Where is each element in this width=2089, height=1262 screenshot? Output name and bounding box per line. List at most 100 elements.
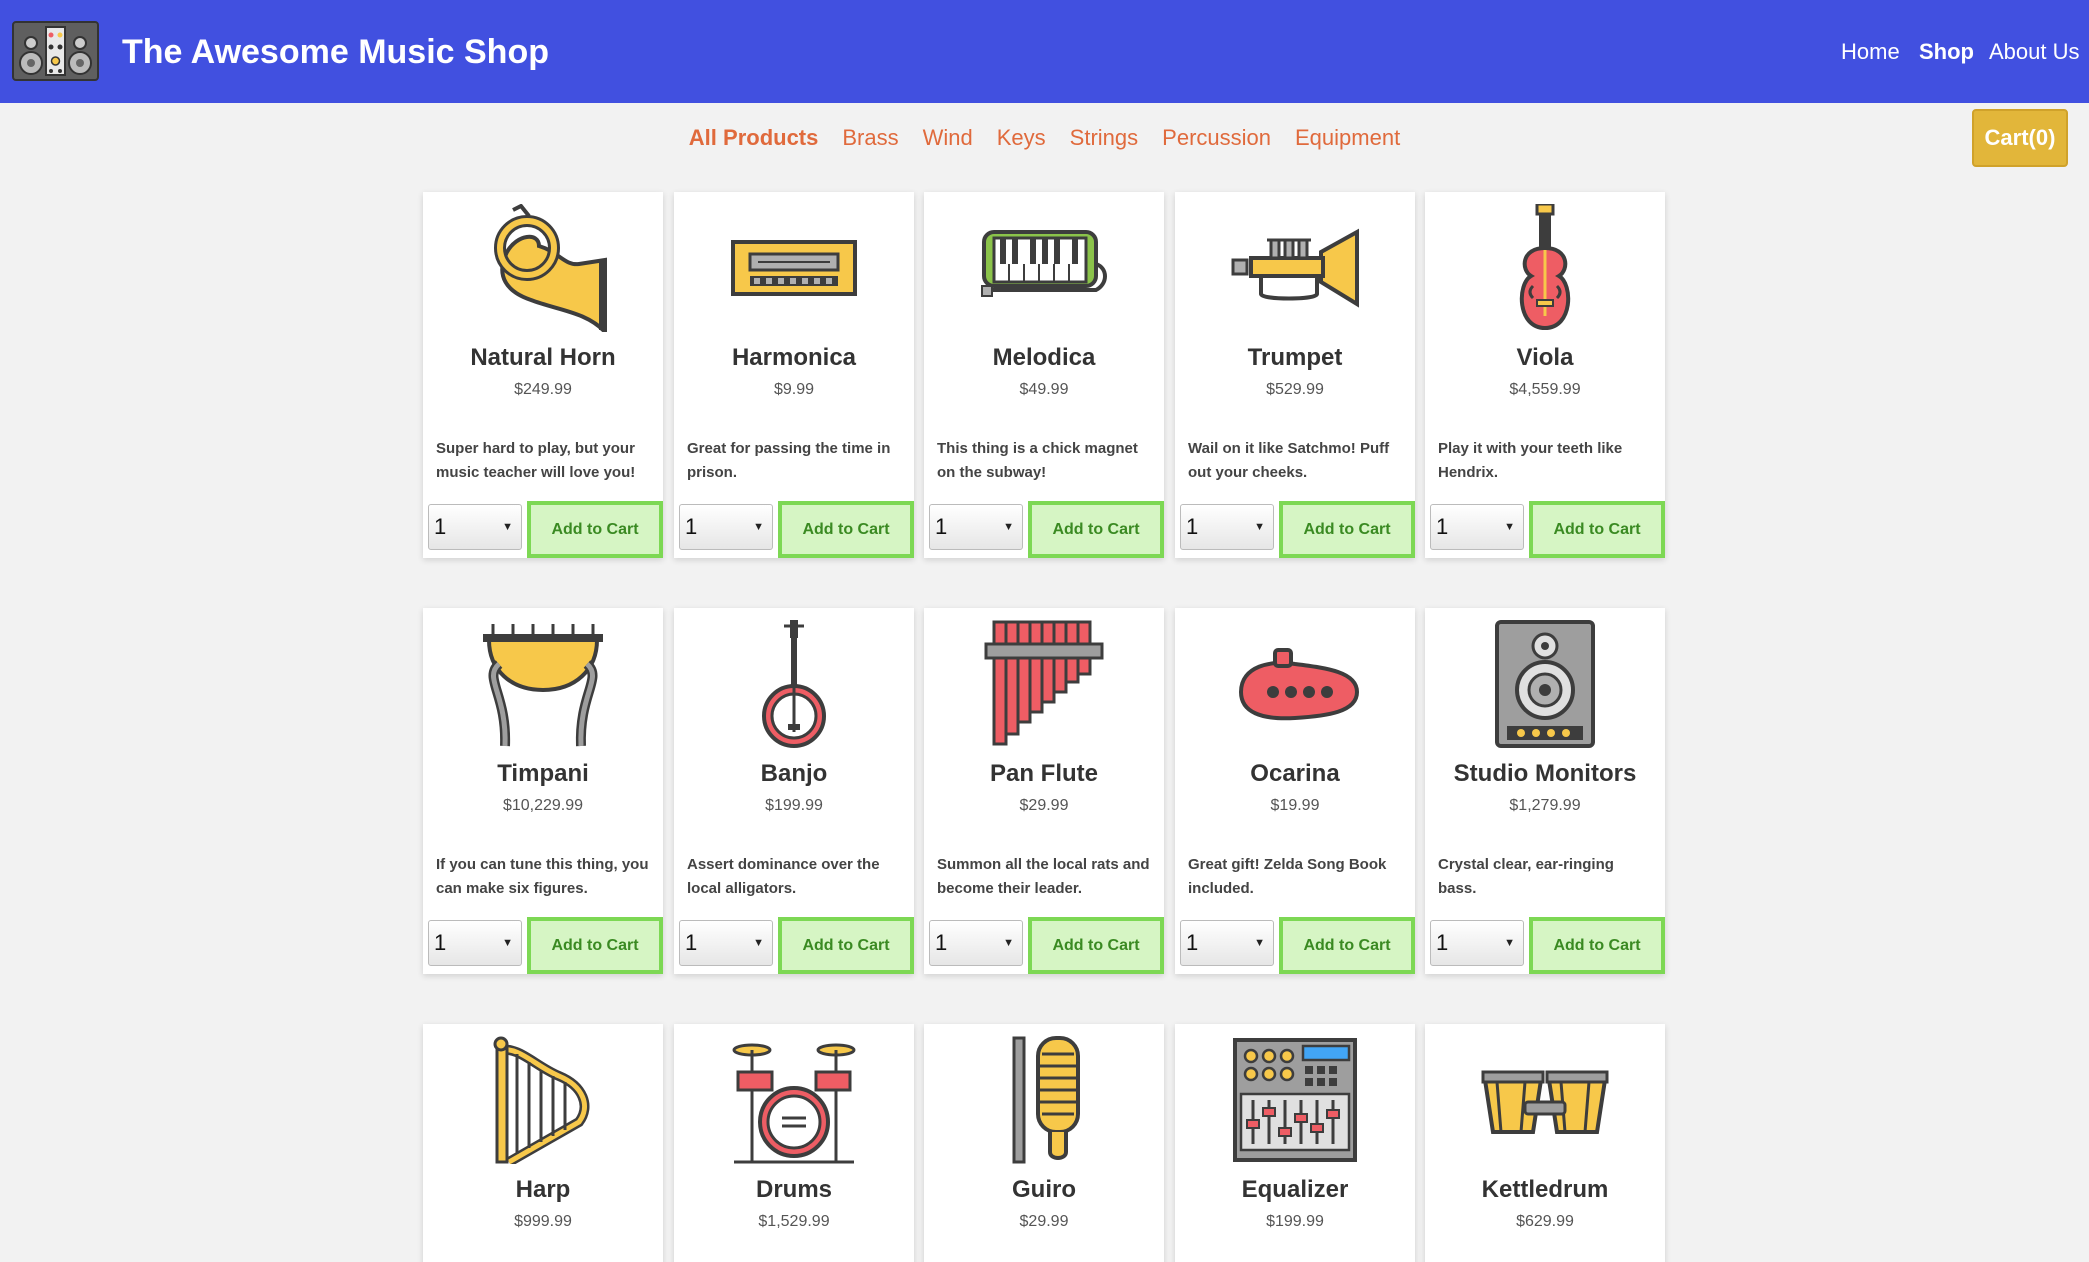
category-brass[interactable]: Brass: [842, 120, 898, 156]
product-name: Melodica: [992, 344, 1096, 371]
product-price: $249.99: [514, 381, 572, 398]
product-name: Drums: [755, 1176, 833, 1203]
dropdown-arrow-icon: ▼: [1003, 521, 1014, 533]
product-description: This thing is a chick magnet on the subw…: [937, 440, 1138, 481]
product-card: Harp $999.99: [423, 1024, 663, 1262]
product-price: $199.99: [765, 797, 823, 814]
dropdown-arrow-icon: ▼: [1504, 937, 1515, 949]
product-name: Studio Monitors: [1453, 760, 1637, 787]
add-to-cart-button[interactable]: Add to Cart: [778, 501, 914, 558]
category-equipment[interactable]: Equipment: [1295, 120, 1400, 156]
melodica-icon: [981, 230, 1107, 297]
product-price: $1,529.99: [758, 1213, 830, 1230]
quantity-value: 1: [1186, 514, 1199, 539]
product-price: $1,279.99: [1509, 797, 1581, 814]
category-filter-nav: All Products Brass Wind Keys Strings Per…: [0, 120, 2089, 156]
quantity-select[interactable]: 1 ▼: [1430, 504, 1524, 550]
category-keys[interactable]: Keys: [997, 120, 1046, 156]
quantity-value: 1: [685, 514, 698, 539]
product-description: Super hard to play, but your music teach…: [436, 440, 636, 481]
product-price: $4,559.99: [1509, 381, 1581, 398]
dropdown-arrow-icon: ▼: [1504, 521, 1515, 533]
category-percussion[interactable]: Percussion: [1162, 120, 1271, 156]
add-to-cart-button[interactable]: Add to Cart: [1028, 501, 1164, 558]
product-card: Harmonica $9.99 Great for passing the ti…: [674, 192, 914, 558]
product-card: Melodica $49.99 This thing is a chick ma…: [924, 192, 1164, 558]
site-header: The Awesome Music Shop Home Shop About U…: [0, 0, 2089, 103]
product-price: $629.99: [1516, 1213, 1574, 1230]
product-name: Harp: [515, 1176, 571, 1203]
add-to-cart-button[interactable]: Add to Cart: [778, 917, 914, 974]
site-title: The Awesome Music Shop: [122, 33, 549, 71]
dropdown-arrow-icon: ▼: [502, 937, 513, 949]
product-card: Guiro $29.99: [924, 1024, 1164, 1262]
product-card: Drums $1,529.99: [674, 1024, 914, 1262]
nav-about-us-link[interactable]: About Us: [1989, 38, 2080, 66]
quantity-value: 1: [935, 930, 948, 955]
product-description: Summon all the local rats and become the…: [937, 856, 1150, 897]
product-description: Great for passing the time in prison.: [687, 440, 891, 481]
pan-flute-icon: [984, 620, 1104, 746]
product-card: Trumpet $529.99 Wail on it like Satchmo!…: [1175, 192, 1415, 558]
product-description: Play it with your teeth like Hendrix.: [1438, 440, 1623, 481]
add-to-cart-button[interactable]: Add to Cart: [1279, 917, 1415, 974]
category-all-products[interactable]: All Products: [689, 120, 819, 156]
dropdown-arrow-icon: ▼: [1254, 937, 1265, 949]
add-to-cart-button[interactable]: Add to Cart: [1028, 917, 1164, 974]
product-description: Crystal clear, ear-ringing bass.: [1438, 856, 1614, 897]
product-price: $999.99: [514, 1213, 572, 1230]
product-card: Timpani $10,229.99 If you can tune this …: [423, 608, 663, 974]
add-to-cart-button[interactable]: Add to Cart: [1279, 501, 1415, 558]
product-name: Ocarina: [1250, 760, 1340, 787]
harmonica-icon: [731, 240, 857, 296]
product-description: Wail on it like Satchmo! Puff out your c…: [1188, 440, 1390, 481]
quantity-select[interactable]: 1 ▼: [428, 920, 522, 966]
quantity-select[interactable]: 1 ▼: [929, 504, 1023, 550]
harp-icon: [493, 1036, 590, 1164]
quantity-value: 1: [434, 514, 447, 539]
dropdown-arrow-icon: ▼: [1003, 937, 1014, 949]
trumpet-icon: [1231, 228, 1359, 308]
quantity-value: 1: [935, 514, 948, 539]
product-name: Equalizer: [1241, 1176, 1349, 1203]
quantity-select[interactable]: 1 ▼: [1180, 920, 1274, 966]
add-to-cart-button[interactable]: Add to Cart: [1529, 501, 1665, 558]
product-name: Kettledrum: [1481, 1176, 1609, 1203]
dropdown-arrow-icon: ▼: [1254, 521, 1265, 533]
category-wind[interactable]: Wind: [923, 120, 973, 156]
quantity-select[interactable]: 1 ▼: [929, 920, 1023, 966]
quantity-value: 1: [1436, 514, 1449, 539]
studio-monitor-icon: [1495, 620, 1595, 748]
add-to-cart-button[interactable]: Add to Cart: [527, 501, 663, 558]
equalizer-icon: [1233, 1038, 1357, 1162]
nav-home-link[interactable]: Home: [1841, 38, 1900, 66]
product-name: Pan Flute: [989, 760, 1098, 787]
product-name: Natural Horn: [470, 344, 616, 371]
product-price: $529.99: [1266, 381, 1324, 398]
quantity-select[interactable]: 1 ▼: [679, 920, 773, 966]
nav-shop-link[interactable]: Shop: [1919, 38, 1974, 66]
timpani-icon: [483, 624, 603, 747]
product-description: If you can tune this thing, you can make…: [436, 856, 649, 897]
add-to-cart-button[interactable]: Add to Cart: [527, 917, 663, 974]
natural-horn-icon: [494, 204, 607, 332]
product-card: Viola $4,559.99 Play it with your teeth …: [1425, 192, 1665, 558]
kettledrum-icon: [1481, 1070, 1609, 1134]
product-description: Assert dominance over the local alligato…: [687, 856, 880, 897]
quantity-select[interactable]: 1 ▼: [428, 504, 522, 550]
category-strings[interactable]: Strings: [1070, 120, 1138, 156]
product-price: $29.99: [1019, 797, 1069, 814]
add-to-cart-button[interactable]: Add to Cart: [1529, 917, 1665, 974]
quantity-select[interactable]: 1 ▼: [679, 504, 773, 550]
product-card: Equalizer $199.99: [1175, 1024, 1415, 1262]
banjo-icon: [762, 620, 826, 748]
viola-icon: [1519, 204, 1571, 331]
product-name: Guiro: [1012, 1176, 1076, 1203]
product-card: Natural Horn $249.99 Super hard to play,…: [423, 192, 663, 558]
quantity-select[interactable]: 1 ▼: [1180, 504, 1274, 550]
product-card: Pan Flute $29.99 Summon all the local ra…: [924, 608, 1164, 974]
product-name: Trumpet: [1247, 344, 1343, 371]
cart-button[interactable]: Cart(0): [1972, 109, 2068, 167]
quantity-select[interactable]: 1 ▼: [1430, 920, 1524, 966]
quantity-value: 1: [685, 930, 698, 955]
